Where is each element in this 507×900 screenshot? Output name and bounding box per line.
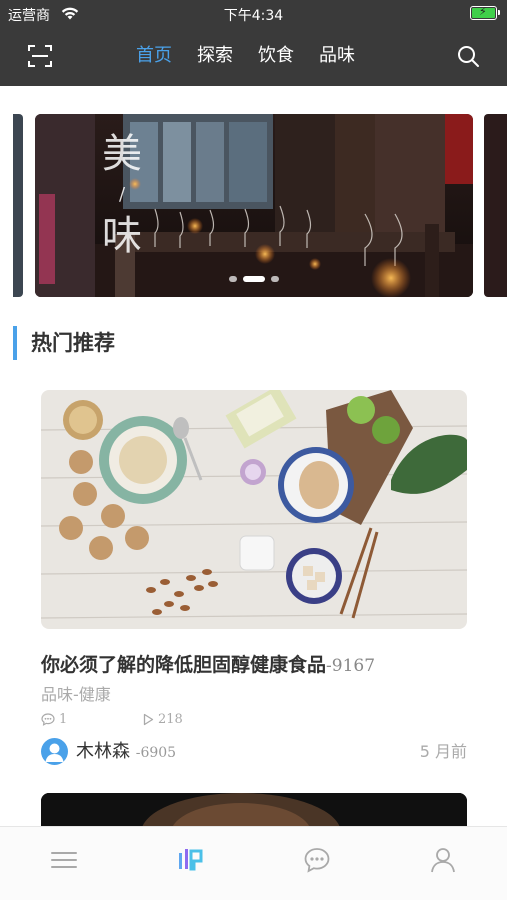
search-icon[interactable] — [456, 44, 480, 68]
tab-taste[interactable]: 品味 — [319, 42, 355, 70]
scan-icon[interactable] — [27, 43, 53, 69]
section-title: 热门推荐 — [31, 331, 115, 355]
banner-title-bottom: 味 — [102, 213, 142, 259]
banner-prev-peek[interactable] — [13, 114, 23, 297]
carousel-dot[interactable] — [271, 276, 279, 282]
post-time: 5 月前 — [419, 742, 467, 761]
food-photo — [41, 390, 467, 629]
article-category: 品味-健康 — [41, 685, 111, 704]
play-icon — [143, 713, 154, 726]
banner-slide[interactable]: 美 / 味 — [35, 114, 473, 297]
article-card-image[interactable] — [41, 390, 467, 629]
banner-next-peek[interactable] — [484, 114, 507, 297]
tab-explore[interactable]: 探索 — [197, 42, 233, 70]
user-avatar-icon — [45, 743, 64, 762]
carousel-dot[interactable] — [229, 276, 237, 282]
article-title-text: 你必须了解的降低胆固醇健康食品 — [41, 654, 327, 676]
carousel-dots — [35, 276, 473, 282]
banner-carousel[interactable]: 美 / 味 — [0, 114, 507, 298]
author-row: 木林森 -6905 5 月前 — [41, 738, 467, 766]
bottom-tab-bar — [0, 826, 507, 900]
banner-title: 美 / 味 — [97, 130, 147, 260]
author-name-text: 木林森 — [76, 741, 130, 762]
play-count: 218 — [158, 712, 183, 727]
status-bar: 运营商 下午4:34 ⚡ — [0, 0, 507, 28]
author-name[interactable]: 木林森 -6905 — [76, 739, 176, 766]
tab-diet[interactable]: 饮食 — [258, 42, 294, 70]
avatar[interactable] — [41, 738, 68, 765]
header-tabs: 首页 探索 饮食 品味 — [136, 42, 380, 70]
author-code: -6905 — [135, 745, 177, 761]
section-accent-bar — [13, 326, 17, 360]
article-title[interactable]: 你必须了解的降低胆固醇健康食品-9167 — [41, 652, 375, 679]
status-time: 下午4:34 — [223, 8, 284, 24]
banner-title-separator: / — [118, 184, 126, 205]
chat-icon[interactable] — [302, 845, 332, 875]
comment-icon — [41, 713, 55, 726]
comment-stat: 1 — [41, 712, 67, 727]
app-logo-icon[interactable] — [176, 845, 206, 875]
banner-title-top: 美 — [102, 131, 142, 177]
menu-icon[interactable] — [49, 845, 79, 875]
user-icon[interactable] — [428, 845, 458, 875]
top-header: 运营商 下午4:34 ⚡ 首页 探索 饮食 品味 — [0, 0, 507, 86]
carousel-dot-active[interactable] — [243, 276, 265, 282]
article-title-code: -9167 — [326, 656, 376, 676]
battery-charging-icon: ⚡ — [470, 5, 500, 20]
comment-count: 1 — [59, 712, 68, 727]
play-stat: 218 — [143, 712, 183, 727]
tab-home[interactable]: 首页 — [136, 42, 172, 70]
